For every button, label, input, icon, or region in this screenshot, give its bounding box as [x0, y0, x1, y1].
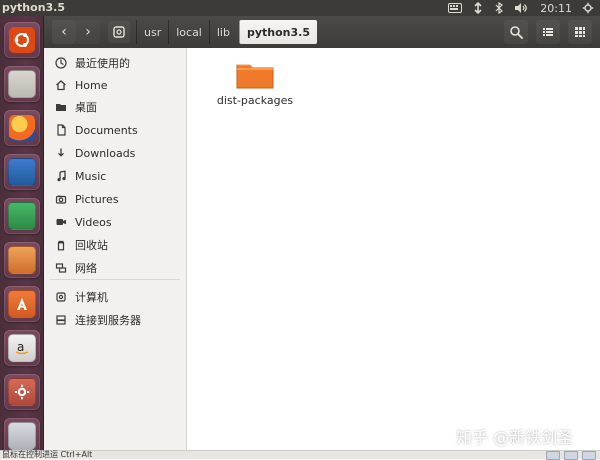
- sidebar-item-computer[interactable]: 计算机: [44, 286, 186, 308]
- nautilus-toolbar: ‹ › usr local lib python3.5: [44, 16, 600, 49]
- writer-launcher-button[interactable]: [4, 154, 40, 190]
- trash-icon: [54, 238, 68, 252]
- folder-label: dist-packages: [216, 94, 294, 107]
- amazon-icon: a: [8, 334, 36, 362]
- download-icon: [54, 146, 68, 160]
- sidebar-item-label: Home: [75, 78, 108, 92]
- firefox-icon: [9, 115, 35, 141]
- tray-icon[interactable]: [546, 450, 560, 460]
- sidebar-item-label: 计算机: [75, 291, 108, 304]
- watermark: 知乎 @新铁剑圣: [456, 424, 573, 448]
- folder-icon: [236, 64, 274, 89]
- sidebar-item-documents[interactable]: Documents: [44, 119, 186, 141]
- breadcrumb: usr local lib python3.5: [108, 20, 317, 44]
- sidebar-item-label: Documents: [75, 123, 138, 137]
- sidebar-item-connect-server[interactable]: 连接到服务器: [44, 309, 186, 331]
- breadcrumb-lib[interactable]: lib: [208, 20, 237, 44]
- sidebar-item-music[interactable]: Music: [44, 165, 186, 187]
- software-center-launcher-button[interactable]: [4, 286, 40, 322]
- keyboard-icon[interactable]: [448, 0, 463, 16]
- sidebar-item-trash[interactable]: 回收站: [44, 234, 186, 256]
- folder-item[interactable]: dist-packages: [215, 58, 295, 128]
- forward-button[interactable]: ›: [76, 20, 100, 44]
- ubuntu-logo-icon: [9, 27, 35, 53]
- system-settings-launcher-button[interactable]: [4, 374, 40, 410]
- ubuntu-dash-button[interactable]: [4, 22, 40, 58]
- launcher: a: [0, 16, 44, 458]
- sidebar-item-pictures[interactable]: Pictures: [44, 188, 186, 210]
- sidebar-item-recent[interactable]: 最近使用的: [44, 52, 186, 74]
- bottom-status-text: 鼠标在控制进运 Ctrl+Alt: [2, 450, 93, 459]
- breadcrumb-local[interactable]: local: [168, 20, 209, 44]
- list-view-button[interactable]: [536, 20, 560, 44]
- video-icon: [54, 215, 68, 229]
- file-view[interactable]: dist-packages: [187, 48, 600, 450]
- software-center-icon: [8, 290, 36, 318]
- breadcrumb-current[interactable]: python3.5: [238, 20, 317, 44]
- firefox-launcher-button[interactable]: [4, 110, 40, 146]
- breadcrumb-usr[interactable]: usr: [136, 20, 168, 44]
- sidebar-item-label: 连接到服务器: [75, 314, 141, 327]
- list-view-icon: [543, 28, 553, 36]
- sidebar-item-label: 最近使用的: [75, 57, 130, 70]
- calc-icon: [8, 202, 36, 230]
- files-icon: [8, 70, 36, 98]
- settings-icon[interactable]: [582, 0, 594, 16]
- sidebar-item-label: Music: [75, 169, 107, 183]
- svg-text:a: a: [17, 340, 24, 354]
- sidebar-divider: [50, 279, 180, 280]
- sidebar-item-label: 网络: [75, 262, 97, 275]
- impress-launcher-button[interactable]: [4, 242, 40, 278]
- chevron-right-icon: ›: [85, 24, 91, 40]
- music-icon: [54, 169, 68, 183]
- network-icon[interactable]: [472, 0, 484, 16]
- home-icon: [54, 78, 68, 92]
- tray-icon[interactable]: [564, 450, 578, 460]
- top-panel: python3.5 20:11: [0, 0, 600, 16]
- sidebar-item-home[interactable]: Home: [44, 74, 186, 96]
- window-title: python3.5: [2, 1, 66, 14]
- trash-icon: [8, 422, 36, 450]
- grid-view-button[interactable]: [568, 20, 592, 44]
- network-icon: [54, 261, 68, 275]
- amazon-launcher-button[interactable]: a: [4, 330, 40, 366]
- sidebar-item-videos[interactable]: Videos: [44, 211, 186, 233]
- drive-icon: [113, 26, 125, 38]
- files-launcher-button[interactable]: [4, 66, 40, 102]
- sidebar-item-downloads[interactable]: Downloads: [44, 142, 186, 164]
- sidebar-item-desktop[interactable]: 桌面: [44, 96, 186, 118]
- sidebar: 最近使用的 Home 桌面 Documents Downloads Music …: [44, 48, 187, 450]
- sidebar-item-label: Pictures: [75, 192, 119, 206]
- impress-icon: [8, 246, 36, 274]
- watermark-text: 知乎 @新铁剑圣: [456, 428, 574, 447]
- volume-icon[interactable]: [514, 0, 528, 16]
- writer-icon: [8, 158, 36, 186]
- camera-icon: [54, 192, 68, 206]
- search-button[interactable]: [504, 20, 528, 44]
- system-indicators: 20:11: [448, 0, 594, 16]
- sidebar-item-label: 回收站: [75, 239, 108, 252]
- toolbar-actions: [504, 20, 592, 44]
- drive-icon: [54, 290, 68, 304]
- clock-icon: [54, 56, 68, 70]
- chevron-left-icon: ‹: [61, 24, 67, 40]
- bluetooth-icon[interactable]: [494, 0, 504, 16]
- back-button[interactable]: ‹: [52, 20, 76, 44]
- search-icon: [510, 26, 523, 39]
- sidebar-item-network[interactable]: 网络: [44, 257, 186, 279]
- sidebar-item-label: 桌面: [75, 101, 97, 114]
- sidebar-item-label: Videos: [75, 215, 112, 229]
- document-icon: [54, 123, 68, 137]
- server-icon: [54, 313, 68, 327]
- folder-icon: [54, 100, 68, 114]
- root-drive-button[interactable]: [108, 21, 130, 43]
- clock[interactable]: 20:11: [540, 0, 572, 16]
- tray-icon[interactable]: [582, 450, 596, 460]
- grid-view-icon: [575, 27, 585, 37]
- system-settings-icon: [8, 378, 36, 406]
- sidebar-item-label: Downloads: [75, 146, 136, 160]
- calc-launcher-button[interactable]: [4, 198, 40, 234]
